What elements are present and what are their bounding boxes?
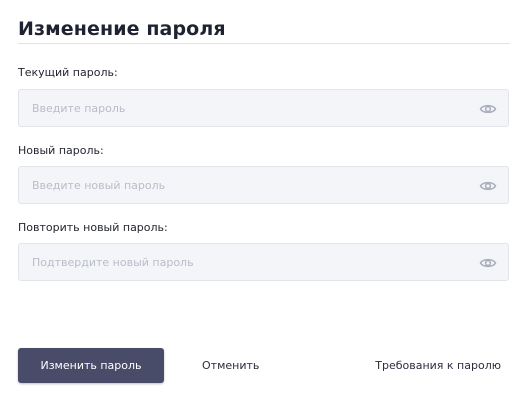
cancel-button[interactable]: Отменить: [202, 348, 259, 383]
new-password-input[interactable]: [19, 167, 459, 203]
confirm-password-label: Повторить новый пароль:: [18, 221, 168, 234]
confirm-password-input[interactable]: [19, 244, 459, 280]
eye-icon[interactable]: [479, 101, 497, 117]
current-password-input[interactable]: [19, 90, 459, 126]
new-password-label: Новый пароль:: [18, 144, 104, 157]
password-requirements-link[interactable]: Требования к паролю: [375, 348, 501, 383]
page-title: Изменение пароля: [18, 18, 226, 40]
current-password-field-box: [18, 89, 509, 127]
eye-icon[interactable]: [479, 255, 497, 271]
new-password-field-box: [18, 166, 509, 204]
confirm-password-field-box: [18, 243, 509, 281]
change-password-button[interactable]: Изменить пароль: [18, 348, 164, 383]
title-divider: [18, 43, 510, 44]
current-password-label: Текущий пароль:: [18, 66, 118, 79]
change-password-panel: Изменение пароля Текущий пароль: Новый п…: [0, 0, 527, 398]
eye-icon[interactable]: [479, 178, 497, 194]
